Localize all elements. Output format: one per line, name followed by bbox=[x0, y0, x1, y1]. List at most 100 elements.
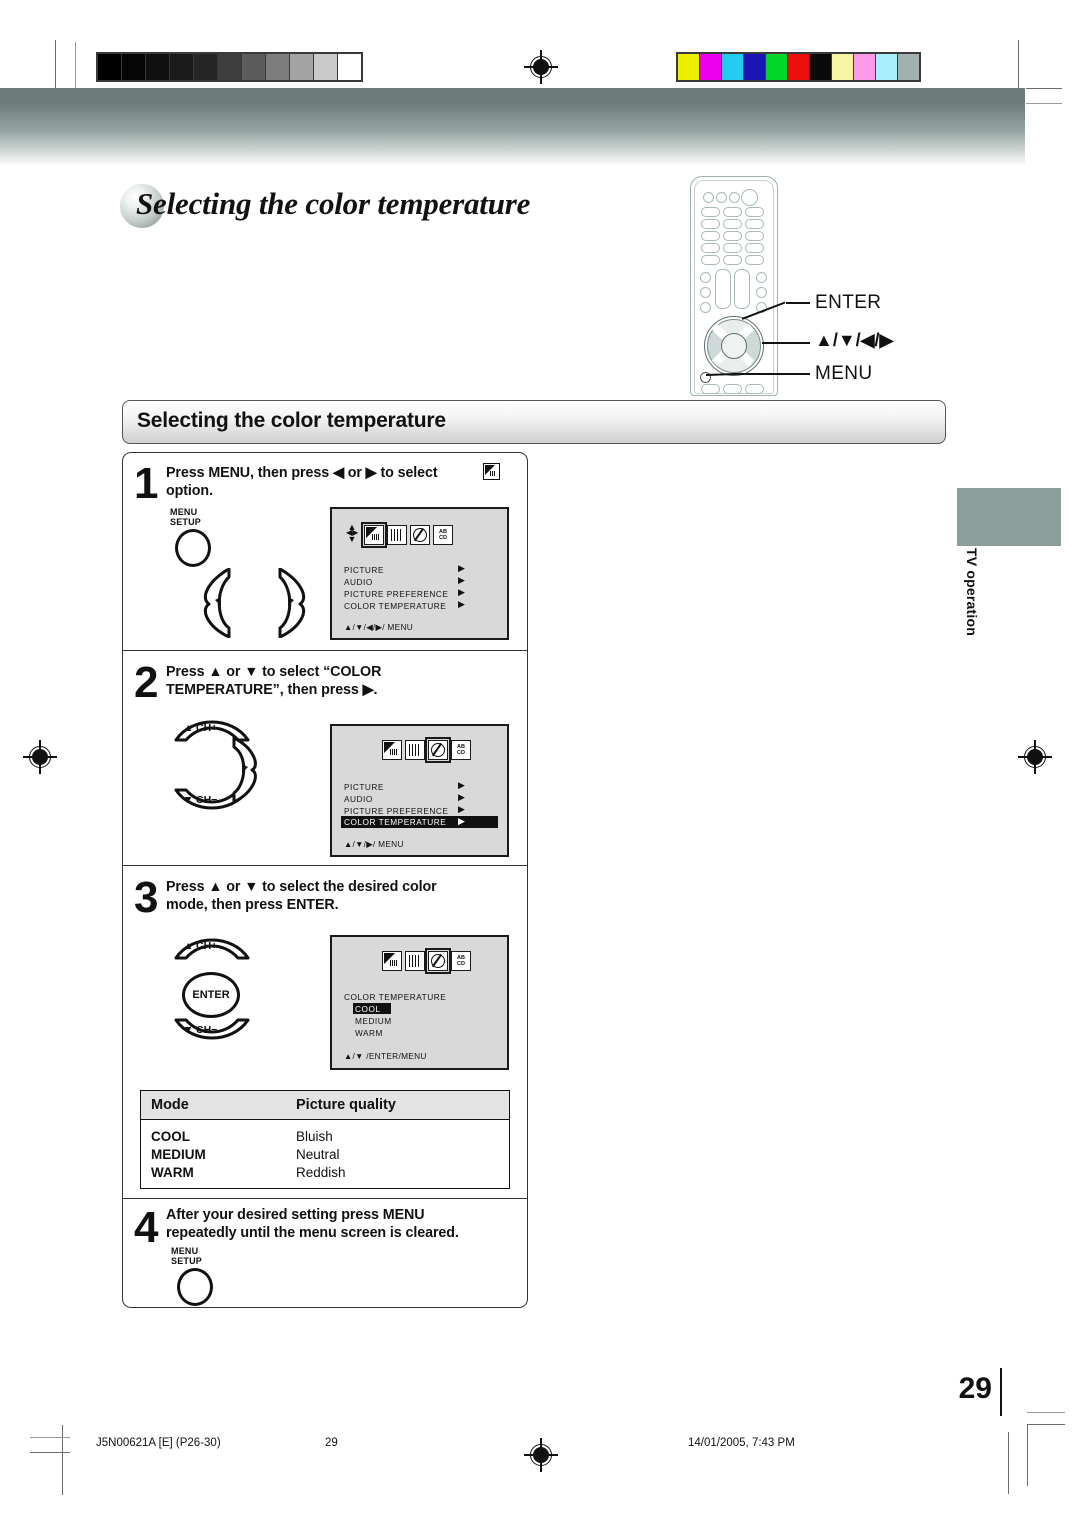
osd3-icon-row: AB CD bbox=[382, 948, 471, 974]
osd-screen-1: ▲ ◀▶ ▼ AB CD PICTURE ▶ AUDIO ▶ PICTURE PREF… bbox=[330, 507, 509, 640]
picture-icon bbox=[382, 951, 402, 971]
grayscale-calibration-bar bbox=[96, 52, 363, 82]
mode-table-spacer-top bbox=[141, 1120, 509, 1127]
step-1-right-arrow-key bbox=[278, 568, 306, 638]
remote-key-1 bbox=[701, 207, 720, 217]
mode-table-cell-quality-0: Bluish bbox=[296, 1128, 333, 1144]
callout-label-menu: MENU bbox=[815, 363, 873, 384]
prohibit-icon bbox=[425, 948, 451, 974]
picture-icon bbox=[483, 463, 500, 480]
grid-icon bbox=[405, 951, 425, 971]
mode-table-cell-mode-0: COOL bbox=[151, 1128, 190, 1144]
side-tab-block bbox=[957, 488, 1061, 546]
step-3-enter-label: ENTER bbox=[192, 989, 230, 1001]
step-3-ch-down-triangle: ▼ bbox=[183, 1024, 194, 1036]
remote-power-button bbox=[741, 189, 758, 206]
step-3-enter-button: ENTER bbox=[182, 972, 240, 1018]
remote-key-9 bbox=[745, 231, 764, 241]
grayscale-swatch-7 bbox=[266, 54, 289, 80]
color-swatch-10 bbox=[898, 54, 919, 80]
osd1-item-0: PICTURE bbox=[344, 565, 384, 575]
remote-top-button-3 bbox=[729, 192, 740, 203]
callout-line-enter bbox=[786, 302, 810, 304]
color-swatch-9 bbox=[876, 54, 897, 80]
remote-volume-rocker-left bbox=[715, 269, 731, 309]
osd2-arrow-2: ▶ bbox=[458, 804, 465, 814]
step-2-ch-down-label: CH− bbox=[196, 794, 218, 806]
remote-key-4 bbox=[701, 219, 720, 229]
osd3-option-1: MEDIUM bbox=[355, 1016, 392, 1026]
crop-mark-top-right-h2 bbox=[1026, 103, 1062, 104]
grayscale-swatch-10 bbox=[338, 54, 361, 80]
grayscale-swatch-6 bbox=[242, 54, 265, 80]
step-4-menu-key-label-line2: SETUP bbox=[171, 1256, 203, 1266]
remote-key-12 bbox=[745, 243, 764, 253]
osd-screen-3: AB CD COLOR TEMPERATURE COOL MEDIUM WARM … bbox=[330, 935, 509, 1070]
osd2-item-3: COLOR TEMPERATURE bbox=[344, 817, 447, 827]
osd2-arrow-0: ▶ bbox=[458, 780, 465, 790]
step-1-left-arrow-key-outline bbox=[203, 568, 231, 638]
crop-mark-top-right-h1 bbox=[1026, 88, 1062, 89]
registration-mark-left bbox=[23, 740, 57, 774]
callout-label-direction: ▲/▼/◀/▶ bbox=[815, 330, 894, 350]
color-swatch-6 bbox=[810, 54, 831, 80]
remote-control-illustration bbox=[690, 176, 778, 396]
registration-mark-top bbox=[524, 50, 558, 84]
osd3-option-2: WARM bbox=[355, 1028, 383, 1038]
osd1-arrow-3: ▶ bbox=[458, 599, 465, 609]
color-swatch-4 bbox=[766, 54, 787, 80]
step-4-menu-key-label-line1: MENU bbox=[171, 1246, 199, 1256]
osd1-item-3: COLOR TEMPERATURE bbox=[344, 601, 447, 611]
color-swatch-5 bbox=[788, 54, 809, 80]
grayscale-swatch-4 bbox=[194, 54, 217, 80]
crop-mark-bottom-right-h bbox=[1027, 1424, 1065, 1425]
step-4-menu-setup-button bbox=[177, 1268, 213, 1306]
osd2-item-1: AUDIO bbox=[344, 794, 373, 804]
prohibit-icon bbox=[425, 737, 451, 763]
remote-key-7 bbox=[701, 231, 720, 241]
step-4-number: 4 bbox=[134, 1203, 159, 1252]
grayscale-swatch-1 bbox=[122, 54, 145, 80]
registration-mark-right bbox=[1018, 740, 1052, 774]
osd1-arrow-1: ▶ bbox=[458, 575, 465, 585]
remote-key-8 bbox=[723, 231, 742, 241]
crop-mark-bottom-left-v bbox=[62, 1425, 63, 1495]
mode-table-header-mode: Mode bbox=[151, 1097, 189, 1113]
section-heading-bar: Selecting the color temperature bbox=[122, 400, 946, 444]
osd1-icon-row: AB CD bbox=[361, 522, 453, 548]
grid-icon bbox=[387, 525, 407, 545]
crop-mark-bottom-left-h bbox=[30, 1452, 70, 1453]
step-4-text-line1: After your desired setting press MENU bbox=[166, 1207, 425, 1223]
abcd-icon: AB CD bbox=[451, 740, 471, 760]
prohibit-icon bbox=[410, 525, 430, 545]
grayscale-swatch-0 bbox=[98, 54, 121, 80]
step-3-ch-down-label: CH− bbox=[196, 1024, 218, 1036]
remote-top-button-2 bbox=[716, 192, 727, 203]
remote-key-2 bbox=[723, 207, 742, 217]
grayscale-swatch-3 bbox=[170, 54, 193, 80]
remote-key-3 bbox=[745, 207, 764, 217]
remote-side-button-r1 bbox=[756, 272, 767, 283]
color-swatch-1 bbox=[700, 54, 721, 80]
step-1-menu-setup-button bbox=[175, 529, 211, 567]
step-2-ch-up-triangle: ▲ bbox=[183, 722, 194, 734]
color-calibration-bar bbox=[676, 52, 921, 82]
osd-screen-2: AB CD PICTURE ▶ AUDIO ▶ PICTURE PREFERENC… bbox=[330, 724, 509, 857]
callout-line-menu bbox=[740, 373, 810, 375]
remote-side-button-l2 bbox=[700, 287, 711, 298]
remote-enter-button bbox=[721, 333, 747, 359]
print-footer-job-id: J5N00621A [E] (P26-30) bbox=[96, 1437, 221, 1449]
grayscale-swatch-2 bbox=[146, 54, 169, 80]
step-1-text-line2: option. bbox=[166, 483, 213, 499]
osd1-item-2: PICTURE PREFERENCE bbox=[344, 589, 449, 599]
remote-key-14 bbox=[723, 255, 742, 265]
crop-mark-bottom-right-v bbox=[1008, 1432, 1009, 1494]
mode-table: Mode Picture quality COOL Bluish MEDIUM … bbox=[140, 1090, 510, 1189]
table-row: COOL Bluish bbox=[141, 1127, 509, 1145]
step-2-ch-up-label: CH+ bbox=[196, 722, 218, 734]
osd3-option-0: COOL bbox=[355, 1004, 381, 1014]
step-divider-1 bbox=[123, 650, 527, 652]
color-swatch-7 bbox=[832, 54, 853, 80]
remote-bottom-key-3 bbox=[745, 384, 764, 394]
header-gradient-band bbox=[0, 88, 1025, 166]
